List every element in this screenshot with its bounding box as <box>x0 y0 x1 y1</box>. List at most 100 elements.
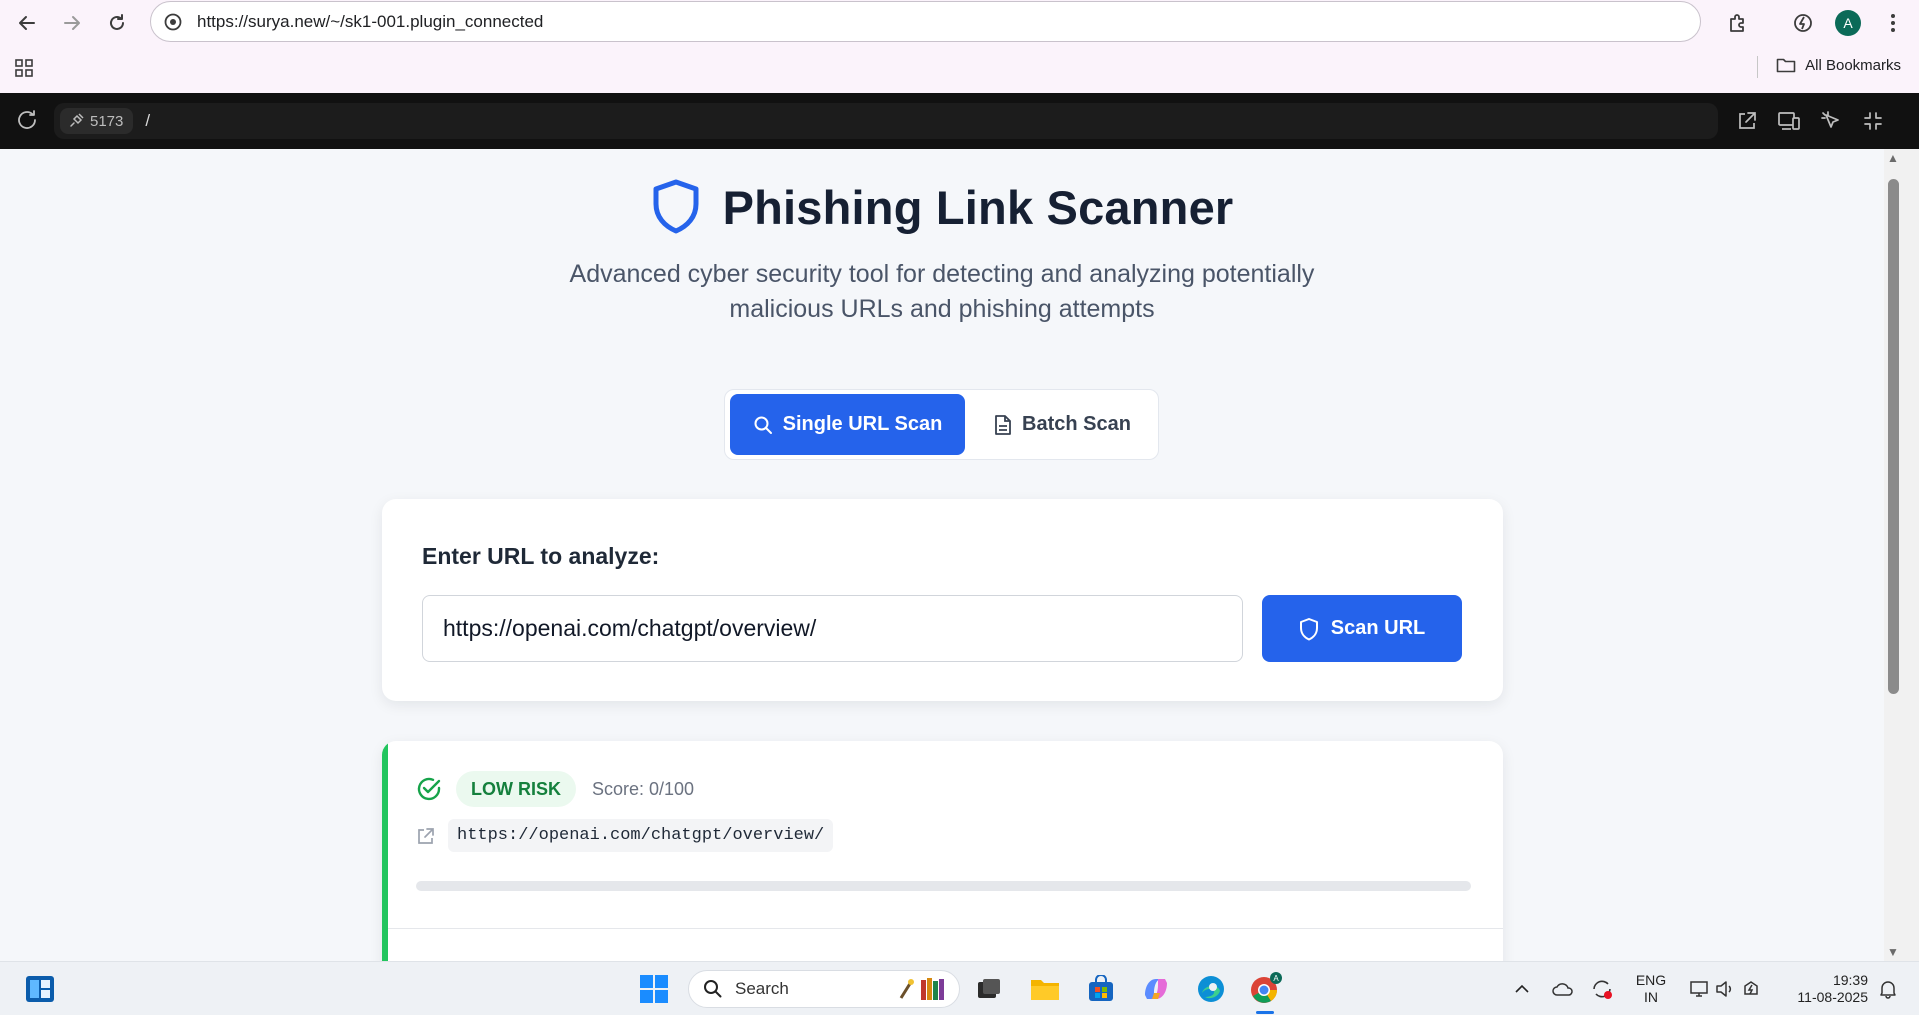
browser-chrome: https://surya.new/~/sk1-001.plugin_conne… <box>0 0 1919 93</box>
back-arrow-icon <box>19 16 35 30</box>
language-indicator[interactable]: ENG IN <box>1630 972 1672 1006</box>
apps-grid-icon[interactable] <box>14 58 34 83</box>
kebab-menu-icon <box>1891 14 1895 32</box>
chrome-icon: A <box>1251 972 1282 1003</box>
preview-refresh-button[interactable] <box>14 107 40 138</box>
tab-batch-scan-label: Batch Scan <box>1022 413 1131 435</box>
widgets-button[interactable] <box>22 971 58 1007</box>
address-bar[interactable]: https://surya.new/~/sk1-001.plugin_conne… <box>150 1 1701 42</box>
check-circle-icon <box>417 777 441 801</box>
risk-level-badge: LOW RISK <box>456 771 576 807</box>
back-button[interactable] <box>12 8 42 38</box>
result-url-row: https://openai.com/chatgpt/overview/ <box>416 819 834 852</box>
forward-button[interactable] <box>57 8 87 38</box>
chrome-active-indicator <box>1256 1011 1274 1014</box>
app-page: Phishing Link Scanner Advanced cyber sec… <box>0 149 1884 961</box>
url-input-label: Enter URL to analyze: <box>422 543 660 569</box>
network-button[interactable] <box>1688 971 1710 1007</box>
search-icon <box>754 416 772 434</box>
puzzle-icon <box>1730 14 1744 32</box>
avatar: A <box>1835 10 1861 36</box>
external-link-icon[interactable] <box>416 826 436 846</box>
subtitle-line-2: malicious URLs and phishing attempts <box>729 295 1155 323</box>
edge-button[interactable] <box>1193 971 1229 1007</box>
cloud-icon <box>1552 983 1573 996</box>
task-view-button[interactable] <box>971 971 1007 1007</box>
shield-icon <box>1299 617 1318 640</box>
site-info-icon[interactable] <box>163 12 183 32</box>
store-icon <box>1089 975 1113 1001</box>
onedrive-button[interactable] <box>1549 971 1577 1007</box>
preview-path[interactable]: / <box>145 111 150 131</box>
profile-button[interactable]: A <box>1831 6 1865 40</box>
preview-url-bar[interactable]: 5173 / <box>54 103 1718 139</box>
clock-date: 11-08-2025 <box>1797 989 1868 1005</box>
port-chip[interactable]: 5173 <box>60 108 134 134</box>
scan-url-button-label: Scan URL <box>1330 617 1426 639</box>
show-hidden-icons-button[interactable] <box>1512 971 1532 1007</box>
reload-button[interactable] <box>102 8 132 38</box>
copilot-button[interactable] <box>1138 971 1174 1007</box>
collapse-preview-button[interactable] <box>1858 108 1888 134</box>
minimize-icon <box>1864 112 1882 130</box>
svg-text:A: A <box>1273 974 1279 983</box>
shield-icon <box>653 179 699 234</box>
scan-url-button[interactable]: Scan URL <box>1262 595 1462 662</box>
performance-button[interactable] <box>1786 6 1820 40</box>
subtitle-line-1: Advanced cyber security tool for detecti… <box>569 260 1315 288</box>
tab-single-url-scan[interactable]: Single URL Scan <box>730 394 965 455</box>
sync-alert-icon <box>1593 980 1612 999</box>
chrome-button[interactable]: A <box>1248 971 1284 1007</box>
browser-menu-button[interactable] <box>1876 6 1910 40</box>
preview-toolbar: 5173 / <box>0 93 1919 149</box>
all-bookmarks-button[interactable]: All Bookmarks <box>1776 56 1901 74</box>
address-bar-url[interactable]: https://surya.new/~/sk1-001.plugin_conne… <box>197 12 543 32</box>
speaker-icon <box>1716 981 1732 997</box>
copilot-icon <box>1145 979 1167 999</box>
scrollbar-thumb[interactable] <box>1888 179 1899 694</box>
language-code: ENG <box>1635 972 1667 988</box>
windows-logo-icon <box>640 975 668 1003</box>
open-in-new-tab-button[interactable] <box>1732 108 1762 134</box>
url-input[interactable] <box>422 595 1243 662</box>
tab-batch-scan[interactable]: Batch Scan <box>970 394 1155 455</box>
tab-single-url-scan-label: Single URL Scan <box>782 413 943 435</box>
search-highlight-icon <box>899 978 944 1000</box>
port-number: 5173 <box>90 112 124 130</box>
folder-icon <box>1776 58 1796 73</box>
search-icon <box>704 980 722 998</box>
inspect-element-button[interactable] <box>1816 108 1846 134</box>
devices-icon <box>1778 112 1800 130</box>
sync-status-button[interactable] <box>1588 971 1616 1007</box>
page-subtitle: Advanced cyber security tool for detecti… <box>0 257 1884 327</box>
battery-button[interactable] <box>1740 971 1762 1007</box>
extensions-button[interactable] <box>1721 6 1755 40</box>
external-link-icon <box>1739 112 1756 129</box>
scanned-url: https://openai.com/chatgpt/overview/ <box>448 819 834 852</box>
speed-icon <box>1794 14 1812 32</box>
chevron-up-icon <box>1515 984 1529 993</box>
page-header: Phishing Link Scanner <box>0 179 1884 235</box>
result-divider <box>388 928 1503 929</box>
battery-charging-icon <box>1744 981 1758 995</box>
clock[interactable]: 19:39 11-08-2025 <box>1782 972 1868 1006</box>
page-scrollbar[interactable]: ▲ ▼ <box>1884 149 1919 961</box>
scan-mode-tabs: Single URL Scan Batch Scan <box>724 389 1159 460</box>
folder-icon <box>1031 980 1059 1000</box>
notifications-button[interactable] <box>1876 971 1900 1007</box>
all-bookmarks-label: All Bookmarks <box>1805 56 1901 74</box>
page-title: Phishing Link Scanner <box>722 180 1234 234</box>
forward-arrow-icon <box>64 16 80 30</box>
risk-score-bar <box>416 881 1471 891</box>
taskbar-search[interactable]: Search <box>688 970 960 1008</box>
start-button[interactable] <box>636 971 672 1007</box>
file-explorer-button[interactable] <box>1027 971 1063 1007</box>
scroll-up-arrow-icon[interactable]: ▲ <box>1887 151 1899 165</box>
taskbar-search-placeholder: Search <box>735 979 789 998</box>
scroll-down-arrow-icon[interactable]: ▼ <box>1887 945 1899 959</box>
device-preview-button[interactable] <box>1774 108 1804 134</box>
refresh-icon <box>18 110 36 129</box>
windows-taskbar: Search A ENG IN 19:39 11-08-2025 <box>0 961 1919 1015</box>
volume-button[interactable] <box>1714 971 1736 1007</box>
store-button[interactable] <box>1083 971 1119 1007</box>
